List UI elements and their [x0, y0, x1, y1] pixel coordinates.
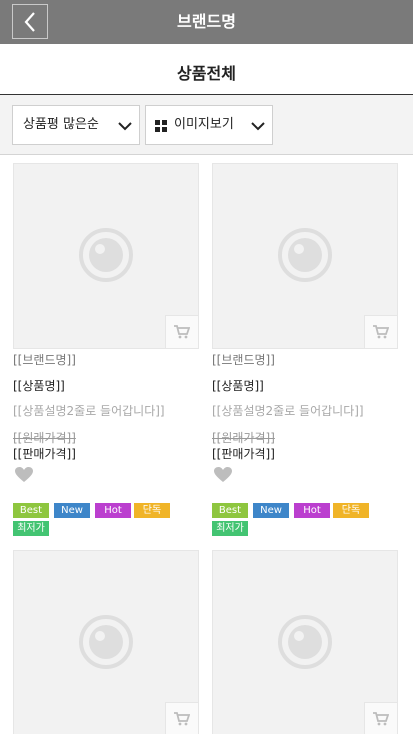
chevron-down-icon	[118, 122, 132, 131]
sale-price: [[판매가격]]	[212, 447, 275, 461]
badge-exclusive: 단독	[134, 503, 170, 518]
badge-new: New	[253, 503, 289, 518]
product-image[interactable]	[13, 163, 199, 349]
grid-icon	[155, 120, 167, 132]
image-placeholder-icon	[278, 615, 332, 669]
sort-select[interactable]: 상품평 많은순	[12, 105, 140, 145]
badge-lowest-price: 최저가	[13, 521, 49, 536]
cart-icon	[373, 325, 389, 339]
filter-bar: 상품평 많은순 이미지보기	[0, 95, 413, 155]
cart-icon	[174, 325, 190, 339]
product-image[interactable]	[212, 163, 398, 349]
add-to-cart-button[interactable]	[364, 315, 397, 348]
add-to-cart-button[interactable]	[165, 315, 198, 348]
heart-icon[interactable]	[15, 467, 33, 483]
header-title: 브랜드명	[177, 12, 236, 31]
original-price: [[원래가격]]	[212, 431, 275, 445]
product-name[interactable]: [[상품명]]	[212, 377, 264, 394]
badge-best: Best	[212, 503, 248, 518]
image-placeholder-icon	[278, 228, 332, 282]
heart-icon[interactable]	[214, 467, 232, 483]
badge-exclusive: 단독	[333, 503, 369, 518]
sort-select-value: 상품평 많은순	[23, 117, 99, 132]
top-bar: 브랜드명	[0, 0, 413, 44]
badge-new: New	[54, 503, 90, 518]
product-brand: [[브랜드명]]	[212, 353, 275, 367]
product-image[interactable]	[13, 550, 199, 734]
add-to-cart-button[interactable]	[364, 702, 397, 734]
product-image[interactable]	[212, 550, 398, 734]
badge-best: Best	[13, 503, 49, 518]
original-price: [[원래가격]]	[13, 431, 76, 445]
view-select-value: 이미지보기	[174, 117, 234, 132]
cart-icon	[373, 712, 389, 726]
cart-icon	[174, 712, 190, 726]
chevron-down-icon	[251, 122, 265, 131]
badge-hot: Hot	[294, 503, 330, 518]
product-description: [[상품설명2줄로 들어갑니다]]	[13, 404, 165, 418]
add-to-cart-button[interactable]	[165, 702, 198, 734]
sale-price: [[판매가격]]	[13, 447, 76, 461]
product-brand: [[브랜드명]]	[13, 353, 76, 367]
page-title: 상품전체	[0, 44, 413, 95]
image-placeholder-icon	[79, 615, 133, 669]
product-description: [[상품설명2줄로 들어갑니다]]	[212, 404, 364, 418]
badge-lowest-price: 최저가	[212, 521, 248, 536]
view-select[interactable]: 이미지보기	[145, 105, 273, 145]
badge-hot: Hot	[95, 503, 131, 518]
image-placeholder-icon	[79, 228, 133, 282]
product-name[interactable]: [[상품명]]	[13, 377, 65, 394]
